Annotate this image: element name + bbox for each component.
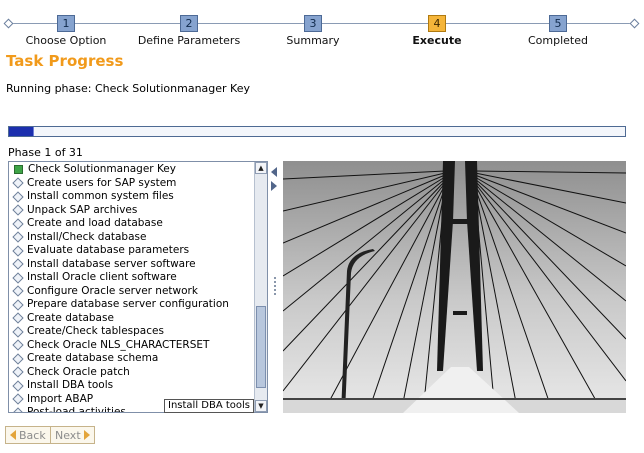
phase-complete-icon bbox=[14, 165, 23, 175]
bridge-image bbox=[283, 161, 626, 413]
scroll-thumb[interactable] bbox=[256, 306, 266, 388]
phase-pending-icon bbox=[12, 285, 24, 297]
step-label: Execute bbox=[412, 34, 462, 47]
step-train-end-marker bbox=[629, 18, 640, 29]
phase-label: Check Oracle NLS_CHARACTERSET bbox=[27, 338, 210, 351]
back-button-label: Back bbox=[19, 428, 46, 442]
phase-label: Create/Check tablespaces bbox=[27, 325, 164, 337]
step-label: Completed bbox=[528, 34, 588, 47]
phase-tooltip: Install DBA tools bbox=[164, 399, 255, 413]
phase-label: Install/Check database bbox=[27, 230, 147, 243]
phase-label: Create database bbox=[27, 311, 114, 324]
scroll-up-button[interactable]: ▲ bbox=[255, 162, 267, 174]
panel-splitter[interactable] bbox=[269, 161, 281, 413]
expand-right-icon[interactable] bbox=[271, 181, 277, 191]
phase-pending-icon bbox=[12, 407, 24, 412]
step-number: 5 bbox=[549, 15, 567, 32]
phase-list-item[interactable]: Check Oracle patch bbox=[9, 366, 255, 380]
phase-list-item[interactable]: Create users for SAP system bbox=[9, 177, 255, 191]
phase-list-item[interactable]: Create database bbox=[9, 312, 255, 326]
phase-pending-icon bbox=[12, 312, 24, 324]
phase-list-item[interactable]: Install/Check database bbox=[9, 231, 255, 245]
phase-pending-icon bbox=[12, 258, 24, 270]
phase-pending-icon bbox=[12, 218, 24, 230]
running-phase-text: Running phase: Check Solutionmanager Key bbox=[6, 82, 250, 95]
phase-label: Install common system files bbox=[27, 190, 174, 202]
wizard-step-train: 1 Choose Option 2 Define Parameters 3 Su… bbox=[0, 0, 644, 50]
phase-list-item[interactable]: Create and load database bbox=[9, 217, 255, 231]
phase-label: Install DBA tools bbox=[27, 379, 114, 391]
phase-label: Install Oracle client software bbox=[27, 271, 177, 283]
step-define-parameters: 2 Define Parameters bbox=[124, 15, 254, 47]
step-number: 1 bbox=[57, 15, 75, 32]
progress-bar-fill bbox=[9, 127, 34, 136]
step-label: Choose Option bbox=[25, 34, 107, 47]
phase-list-items: Check Solutionmanager Key Create users fo… bbox=[9, 163, 255, 413]
phase-label: Unpack SAP archives bbox=[27, 203, 138, 216]
phase-label: Evaluate database parameters bbox=[27, 244, 190, 256]
overall-progress-bar bbox=[8, 126, 626, 137]
splitter-grip-icon[interactable] bbox=[274, 277, 276, 295]
next-button[interactable]: Next bbox=[50, 426, 95, 444]
phase-pending-icon bbox=[12, 177, 24, 189]
phase-pending-icon bbox=[12, 245, 24, 257]
phase-pending-icon bbox=[12, 231, 24, 243]
collapse-left-icon[interactable] bbox=[271, 167, 277, 177]
phase-list-item[interactable]: Create/Check tablespaces bbox=[9, 325, 255, 339]
scroll-down-button[interactable]: ▼ bbox=[255, 400, 267, 412]
step-execute: 4 Execute bbox=[372, 15, 502, 47]
cable-stayed-bridge-illustration bbox=[283, 161, 626, 413]
phase-list[interactable]: Check Solutionmanager Key Create users fo… bbox=[8, 161, 268, 413]
phase-pending-icon bbox=[12, 339, 24, 351]
phase-list-scrollbar[interactable]: ▲ ▼ bbox=[254, 162, 267, 412]
phase-label: Import ABAP bbox=[27, 392, 94, 405]
step-choose-option: 1 Choose Option bbox=[1, 15, 131, 47]
next-button-label: Next bbox=[55, 428, 81, 442]
phase-list-item[interactable]: Install database server software bbox=[9, 258, 255, 272]
back-button[interactable]: Back bbox=[5, 426, 51, 444]
step-number: 3 bbox=[304, 15, 322, 32]
phase-list-item[interactable]: Configure Oracle server network bbox=[9, 285, 255, 299]
step-number: 2 bbox=[180, 15, 198, 32]
step-label: Define Parameters bbox=[137, 34, 241, 47]
phase-list-item[interactable]: Create database schema bbox=[9, 352, 255, 366]
phase-list-item[interactable]: Check Solutionmanager Key bbox=[9, 163, 255, 177]
phase-count-text: Phase 1 of 31 bbox=[8, 146, 83, 159]
phase-pending-icon bbox=[12, 353, 24, 365]
phase-list-item[interactable]: Evaluate database parameters bbox=[9, 244, 255, 258]
phase-pending-icon bbox=[12, 272, 24, 284]
phase-list-item[interactable]: Unpack SAP archives bbox=[9, 204, 255, 218]
step-summary: 3 Summary bbox=[248, 15, 378, 47]
phase-pending-icon bbox=[12, 204, 24, 216]
phase-pending-icon bbox=[12, 380, 24, 392]
back-arrow-icon bbox=[10, 430, 16, 440]
step-completed: 5 Completed bbox=[493, 15, 623, 47]
phase-label: Create users for SAP system bbox=[27, 176, 177, 189]
phase-label: Check Oracle patch bbox=[27, 365, 130, 378]
next-arrow-icon bbox=[83, 430, 90, 440]
phase-list-item[interactable]: Install common system files bbox=[9, 190, 255, 204]
phase-label: Install database server software bbox=[27, 257, 196, 270]
phase-list-item[interactable]: Prepare database server configuration bbox=[9, 298, 255, 312]
wizard-button-bar: Back Next bbox=[0, 422, 644, 450]
phase-pending-icon bbox=[12, 326, 24, 338]
phase-label: Create database schema bbox=[27, 352, 159, 364]
phase-label: Post-load activities bbox=[27, 406, 126, 413]
step-label: Summary bbox=[286, 34, 340, 47]
phase-pending-icon bbox=[12, 393, 24, 405]
step-number: 4 bbox=[428, 15, 446, 32]
phase-pending-icon bbox=[12, 366, 24, 378]
phase-label: Create and load database bbox=[27, 217, 163, 229]
phase-list-item[interactable]: Install Oracle client software bbox=[9, 271, 255, 285]
phase-label: Prepare database server configuration bbox=[27, 298, 229, 310]
phase-list-item[interactable]: Install DBA tools bbox=[9, 379, 255, 393]
phase-label: Configure Oracle server network bbox=[27, 284, 198, 297]
phase-list-item[interactable]: Check Oracle NLS_CHARACTERSET bbox=[9, 339, 255, 353]
phase-pending-icon bbox=[12, 191, 24, 203]
phase-pending-icon bbox=[12, 299, 24, 311]
phase-label: Check Solutionmanager Key bbox=[28, 163, 176, 175]
page-title: Task Progress bbox=[6, 52, 124, 70]
